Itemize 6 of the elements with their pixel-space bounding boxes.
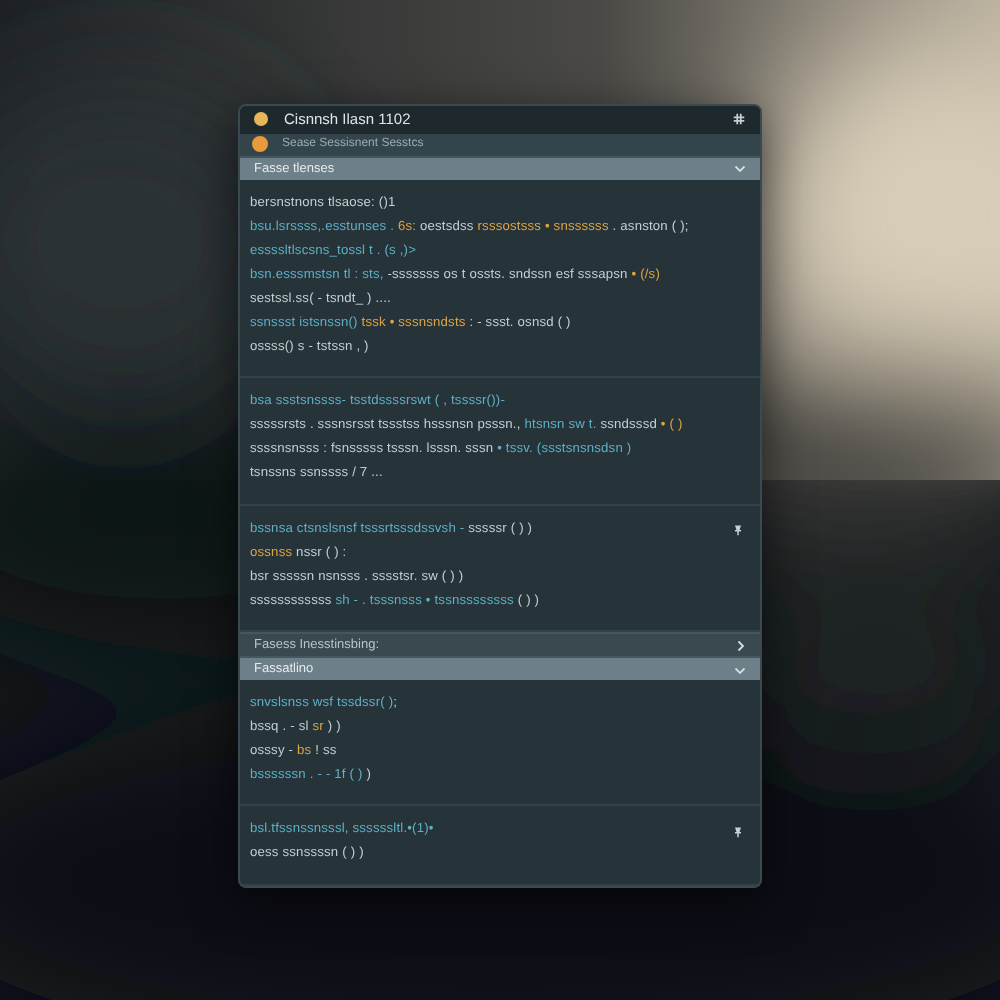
grid-icon[interactable] <box>732 112 746 127</box>
pin-icon[interactable] <box>732 523 744 536</box>
chevron-icon <box>734 162 746 175</box>
pin-icon[interactable] <box>732 825 744 838</box>
status-dot-icon <box>252 136 268 153</box>
status-dot-icon <box>254 112 268 127</box>
